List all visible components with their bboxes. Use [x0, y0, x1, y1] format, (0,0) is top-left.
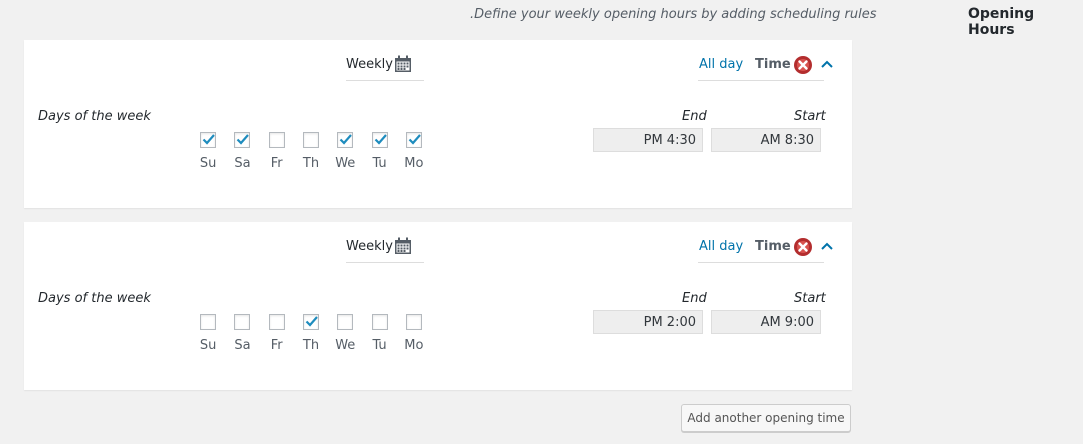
- days-of-week-label: Days of the week: [38, 291, 151, 306]
- day-checkbox[interactable]: [405, 132, 422, 148]
- day-label: We: [335, 338, 356, 353]
- time-scope-control: All day Time: [698, 236, 833, 263]
- day-label: Tu: [372, 338, 387, 353]
- delete-icon[interactable]: [793, 237, 813, 257]
- day-checkbox[interactable]: [302, 314, 319, 330]
- day-checkbox[interactable]: [371, 132, 388, 148]
- day-checkbox[interactable]: [405, 314, 422, 330]
- day-option: Th: [294, 314, 328, 353]
- calendar-icon[interactable]: [394, 237, 412, 255]
- day-option: Sa: [225, 314, 259, 353]
- days-of-week-label: Days of the week: [38, 109, 151, 124]
- scheduling-rule-card: Weekly All day Time Days of the week Su …: [24, 40, 852, 208]
- day-checkbox[interactable]: [302, 132, 319, 148]
- delete-icon[interactable]: [793, 55, 813, 75]
- time-scope-control: All day Time: [698, 54, 833, 81]
- start-time-label: Start: [794, 109, 826, 124]
- day-checkbox[interactable]: [200, 314, 217, 330]
- day-option: We: [328, 314, 362, 353]
- time-scope-label: Time: [755, 239, 791, 254]
- day-checkbox[interactable]: [234, 314, 251, 330]
- start-time-input[interactable]: [711, 310, 821, 334]
- day-option: Sa: [225, 132, 259, 171]
- start-time-label: Start: [794, 291, 826, 306]
- end-time-label: End: [682, 291, 707, 306]
- day-option: We: [328, 132, 362, 171]
- day-option: Su: [191, 314, 225, 353]
- frequency-label: Weekly: [346, 239, 393, 254]
- day-label: Sa: [234, 156, 251, 171]
- day-label: Mo: [404, 338, 424, 353]
- add-opening-time-button[interactable]: Add another opening time: [681, 404, 851, 432]
- time-scope-label: Time: [755, 57, 791, 72]
- day-label: Fr: [270, 338, 283, 353]
- day-label: Fr: [270, 156, 283, 171]
- calendar-icon[interactable]: [394, 55, 412, 73]
- start-time-input[interactable]: [711, 128, 821, 152]
- day-option: Mo: [397, 314, 431, 353]
- day-label: Th: [302, 156, 320, 171]
- end-time-input[interactable]: [593, 128, 703, 152]
- day-option: Su: [191, 132, 225, 171]
- section-title: Opening Hours: [968, 6, 1035, 38]
- all-day-link[interactable]: All day: [699, 57, 743, 72]
- section-description: .Define your weekly opening hours by add…: [470, 7, 877, 22]
- day-checkbox[interactable]: [337, 132, 354, 148]
- days-of-week-selector: Su Sa Fr Th We Tu Mo: [191, 314, 431, 353]
- day-label: Th: [302, 338, 320, 353]
- day-option: Fr: [260, 132, 294, 171]
- day-label: Mo: [404, 156, 424, 171]
- frequency-selector[interactable]: Weekly: [346, 54, 424, 81]
- day-label: We: [335, 156, 356, 171]
- day-label: Sa: [234, 338, 251, 353]
- day-option: Fr: [260, 314, 294, 353]
- day-label: Tu: [372, 156, 387, 171]
- chevron-up-icon[interactable]: [820, 57, 834, 71]
- frequency-selector[interactable]: Weekly: [346, 236, 424, 263]
- end-time-input[interactable]: [593, 310, 703, 334]
- day-checkbox[interactable]: [200, 132, 217, 148]
- frequency-label: Weekly: [346, 57, 393, 72]
- day-checkbox[interactable]: [268, 132, 285, 148]
- day-option: Tu: [362, 314, 396, 353]
- day-checkbox[interactable]: [268, 314, 285, 330]
- day-label: Su: [199, 338, 217, 353]
- end-time-label: End: [682, 109, 707, 124]
- day-option: Mo: [397, 132, 431, 171]
- day-checkbox[interactable]: [371, 314, 388, 330]
- day-checkbox[interactable]: [337, 314, 354, 330]
- days-of-week-selector: Su Sa Fr Th We Tu Mo: [191, 132, 431, 171]
- scheduling-rule-card: Weekly All day Time Days of the week Su …: [24, 222, 852, 390]
- chevron-up-icon[interactable]: [820, 239, 834, 253]
- all-day-link[interactable]: All day: [699, 239, 743, 254]
- day-option: Tu: [362, 132, 396, 171]
- day-option: Th: [294, 132, 328, 171]
- day-checkbox[interactable]: [234, 132, 251, 148]
- day-label: Su: [199, 156, 217, 171]
